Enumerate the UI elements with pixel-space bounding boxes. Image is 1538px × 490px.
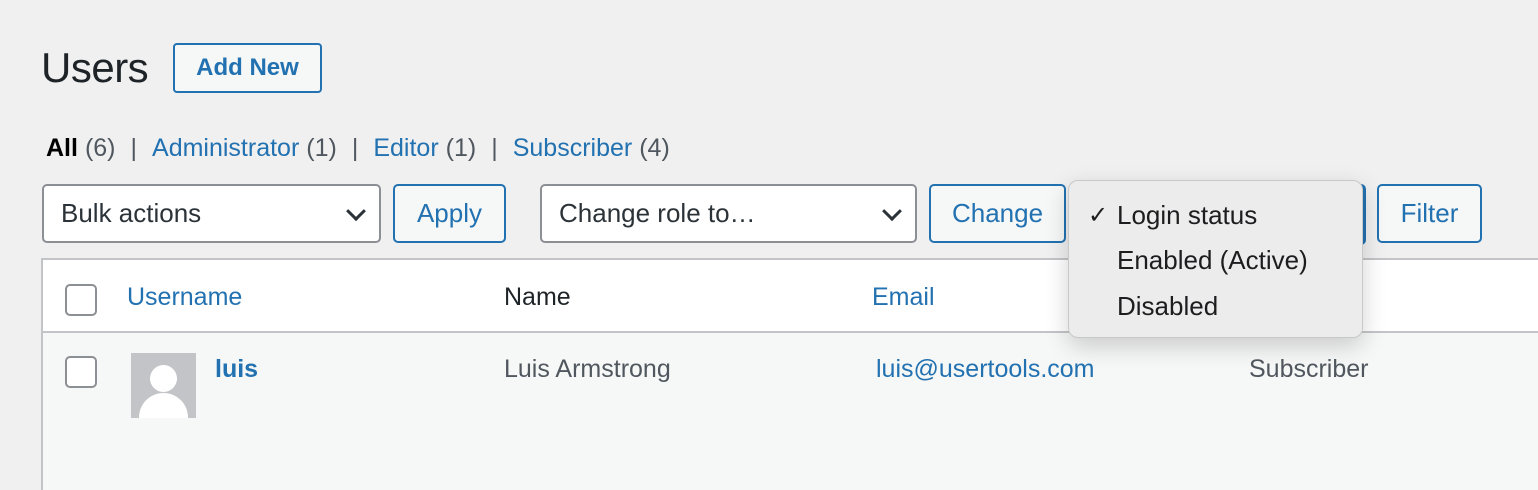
- users-page: Users Add New All (6) | Administrator (1…: [0, 0, 1538, 490]
- change-role-select[interactable]: Change role to…: [540, 184, 917, 243]
- avatar-head-shape: [150, 365, 177, 392]
- view-administrator[interactable]: Administrator: [152, 134, 299, 163]
- chevron-down-icon: [346, 200, 366, 221]
- column-name: Name: [504, 283, 571, 311]
- view-subscriber-count: (4): [639, 134, 670, 162]
- view-editor-count: (1): [445, 134, 477, 162]
- column-email[interactable]: Email: [872, 283, 935, 312]
- add-new-button[interactable]: Add New: [173, 43, 322, 93]
- checkmark-icon: ✓: [1088, 201, 1109, 229]
- filter-button[interactable]: Filter: [1377, 184, 1482, 243]
- avatar: [131, 353, 196, 418]
- divider: |: [351, 134, 359, 162]
- row-checkbox[interactable]: [65, 356, 97, 388]
- page-title: Users: [41, 44, 149, 91]
- select-all-checkbox[interactable]: [65, 284, 97, 316]
- divider: |: [491, 134, 498, 162]
- menu-item-label: Disabled: [1117, 290, 1219, 321]
- user-role-filters: All (6) | Administrator (1) | Editor (1)…: [46, 134, 670, 163]
- bulk-actions-select[interactable]: Bulk actions: [42, 184, 381, 243]
- login-status-dropdown-menu: ✓ Login status Enabled (Active) Disabled: [1068, 180, 1363, 338]
- user-email-link[interactable]: luis@usertools.com: [876, 355, 1095, 384]
- view-all-count: (6): [84, 134, 116, 162]
- menu-item-login-status[interactable]: ✓ Login status: [1069, 193, 1362, 237]
- username-link[interactable]: luis: [215, 355, 258, 384]
- column-username[interactable]: Username: [127, 283, 242, 312]
- menu-item-label: Login status: [1117, 199, 1258, 230]
- change-role-value: Change role to…: [559, 198, 756, 228]
- view-administrator-count: (1): [306, 134, 337, 162]
- menu-item-disabled[interactable]: Disabled: [1069, 284, 1362, 328]
- change-button[interactable]: Change: [929, 184, 1066, 243]
- apply-button[interactable]: Apply: [393, 184, 506, 243]
- avatar-body-shape: [139, 393, 188, 418]
- user-role: Subscriber: [1249, 355, 1369, 383]
- view-all[interactable]: All: [46, 134, 78, 163]
- view-subscriber[interactable]: Subscriber: [513, 134, 633, 163]
- menu-item-label: Enabled (Active): [1117, 244, 1308, 275]
- chevron-down-icon: [882, 200, 902, 221]
- divider: |: [130, 134, 138, 162]
- bulk-actions-value: Bulk actions: [61, 198, 202, 228]
- menu-item-enabled[interactable]: Enabled (Active): [1069, 238, 1362, 282]
- user-full-name: Luis Armstrong: [504, 355, 671, 383]
- view-editor[interactable]: Editor: [373, 134, 438, 163]
- table-row: luis Luis Armstrong luis@usertools.com S…: [43, 333, 1538, 490]
